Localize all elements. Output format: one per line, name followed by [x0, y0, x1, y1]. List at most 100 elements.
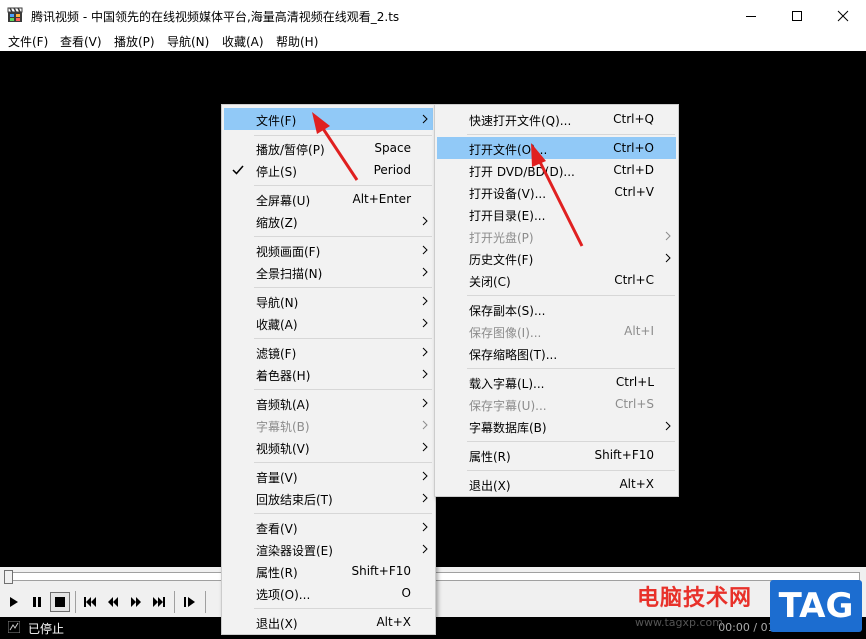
context-menu-renderer-settings[interactable]: 渲染器设置(E) [224, 538, 433, 560]
menu-item-shortcut: O [401, 586, 411, 600]
menu-separator [467, 295, 675, 296]
submenu-open-device[interactable]: 打开设备(V)... Ctrl+V [437, 181, 676, 203]
context-menu-favorites[interactable]: 收藏(A) [224, 312, 433, 334]
context-menu-exit[interactable]: 退出(X) Alt+X [224, 611, 433, 633]
submenu-history[interactable]: 历史文件(F) [437, 247, 676, 269]
menu-item-shortcut: Ctrl+V [614, 185, 654, 199]
submenu-exit[interactable]: 退出(X) Alt+X [437, 473, 676, 495]
minimize-button[interactable] [728, 0, 774, 31]
menu-separator [254, 608, 432, 609]
context-menu-after-playback[interactable]: 回放结束后(T) [224, 487, 433, 509]
menu-play[interactable]: 播放(P) [114, 33, 155, 50]
menu-separator [254, 185, 432, 186]
menu-item-shortcut: Shift+F10 [594, 448, 654, 462]
menu-view[interactable]: 查看(V) [60, 33, 102, 50]
fast-forward-icon [131, 597, 141, 607]
context-menu-video-track[interactable]: 视频轨(V) [224, 436, 433, 458]
menu-item-label: 收藏(A) [256, 318, 298, 332]
toolbar-divider [205, 591, 206, 613]
toolbar-divider [75, 591, 76, 613]
status-text: 已停止 [28, 622, 65, 636]
chevron-right-icon [422, 544, 428, 554]
skip-previous-button[interactable] [80, 592, 100, 612]
context-menu-file[interactable]: 文件(F) [224, 108, 433, 130]
menu-navigate[interactable]: 导航(N) [167, 33, 209, 50]
fast-forward-button[interactable] [126, 592, 146, 612]
close-button[interactable] [820, 0, 866, 31]
close-icon [837, 10, 849, 21]
menu-separator [467, 134, 675, 135]
menu-item-label: 着色器(H) [256, 369, 311, 383]
submenu-open-dvd[interactable]: 打开 DVD/BD(D)... Ctrl+D [437, 159, 676, 181]
menu-item-shortcut: Ctrl+L [615, 375, 654, 389]
submenu-open-directory[interactable]: 打开目录(E)... [437, 203, 676, 225]
menu-bar: 文件(F) 查看(V) 播放(P) 导航(N) 收藏(A) 帮助(H) [0, 31, 866, 51]
context-menu-view[interactable]: 查看(V) [224, 516, 433, 538]
menu-item-label: 回放结束后(T) [256, 493, 333, 507]
submenu-close[interactable]: 关闭(C) Ctrl+C [437, 269, 676, 291]
submenu-save-copy[interactable]: 保存副本(S)... [437, 298, 676, 320]
menu-item-label: 关闭(C) [469, 275, 511, 289]
submenu-save-thumbnails[interactable]: 保存缩略图(T)... [437, 342, 676, 364]
submenu-quick-open[interactable]: 快速打开文件(Q)... Ctrl+Q [437, 108, 676, 130]
menu-item-label: 退出(X) [256, 617, 298, 631]
skip-next-button[interactable] [149, 592, 169, 612]
menu-item-label: 打开文件(O)... [469, 143, 548, 157]
title-bar[interactable]: 腾讯视频 - 中国领先的在线视频媒体平台,海量高清视频在线观看_2.ts [0, 0, 866, 31]
context-menu-zoom[interactable]: 缩放(Z) [224, 210, 433, 232]
menu-item-label: 保存字幕(U)... [469, 399, 547, 413]
context-menu-properties[interactable]: 属性(R) Shift+F10 [224, 560, 433, 582]
menu-separator [467, 441, 675, 442]
submenu-save-image: 保存图像(I)... Alt+I [437, 320, 676, 342]
submenu-open-file[interactable]: 打开文件(O)... Ctrl+O [437, 137, 676, 159]
context-menu-fullscreen[interactable]: 全屏幕(U) Alt+Enter [224, 188, 433, 210]
menu-item-shortcut: Alt+I [624, 324, 654, 338]
menu-item-label: 打开 DVD/BD(D)... [469, 165, 575, 179]
context-menu: 文件(F) 播放/暂停(P) Space 停止(S) Period 全屏幕(U)… [221, 104, 436, 635]
menu-favorites[interactable]: 收藏(A) [222, 33, 264, 50]
menu-item-label: 保存副本(S)... [469, 304, 546, 318]
menu-file[interactable]: 文件(F) [8, 33, 48, 50]
menu-separator [254, 462, 432, 463]
chevron-right-icon [422, 318, 428, 328]
menu-item-shortcut: Alt+X [376, 615, 411, 629]
menu-item-label: 保存图像(I)... [469, 326, 542, 340]
file-submenu: 快速打开文件(Q)... Ctrl+Q 打开文件(O)... Ctrl+O 打开… [434, 104, 679, 497]
rewind-icon [108, 597, 118, 607]
play-button[interactable] [4, 592, 24, 612]
context-menu-options[interactable]: 选项(O)... O [224, 582, 433, 604]
context-menu-shaders[interactable]: 着色器(H) [224, 363, 433, 385]
context-menu-stop[interactable]: 停止(S) Period [224, 159, 433, 181]
submenu-load-subtitle[interactable]: 载入字幕(L)... Ctrl+L [437, 371, 676, 393]
maximize-button[interactable] [774, 0, 820, 31]
context-menu-volume[interactable]: 音量(V) [224, 465, 433, 487]
context-menu-video-frame[interactable]: 视频画面(F) [224, 239, 433, 261]
context-menu-filters[interactable]: 滤镜(F) [224, 341, 433, 363]
menu-item-label: 打开光盘(P) [469, 231, 534, 245]
chevron-right-icon [422, 245, 428, 255]
context-menu-pan-scan[interactable]: 全景扫描(N) [224, 261, 433, 283]
menu-item-label: 滤镜(F) [256, 347, 297, 361]
menu-help[interactable]: 帮助(H) [276, 33, 318, 50]
context-menu-play-pause[interactable]: 播放/暂停(P) Space [224, 137, 433, 159]
stop-button[interactable] [50, 592, 70, 612]
menu-item-label: 属性(R) [469, 450, 511, 464]
menu-item-label: 打开目录(E)... [469, 209, 546, 223]
pause-button[interactable] [27, 592, 47, 612]
chevron-right-icon [665, 253, 671, 263]
menu-item-label: 全景扫描(N) [256, 267, 323, 281]
menu-item-label: 历史文件(F) [469, 253, 534, 267]
menu-item-label: 字幕数据库(B) [469, 421, 547, 435]
context-menu-navigate[interactable]: 导航(N) [224, 290, 433, 312]
submenu-subtitle-database[interactable]: 字幕数据库(B) [437, 415, 676, 437]
maximize-icon [792, 10, 802, 21]
context-menu-audio-track[interactable]: 音频轨(A) [224, 392, 433, 414]
seek-thumb[interactable] [4, 570, 13, 584]
rewind-button[interactable] [103, 592, 123, 612]
frame-step-button[interactable] [180, 592, 200, 612]
menu-item-label: 缩放(Z) [256, 216, 298, 230]
chevron-right-icon [422, 267, 428, 277]
submenu-properties[interactable]: 属性(R) Shift+F10 [437, 444, 676, 466]
menu-item-label: 打开设备(V)... [469, 187, 547, 201]
menu-separator [467, 470, 675, 471]
